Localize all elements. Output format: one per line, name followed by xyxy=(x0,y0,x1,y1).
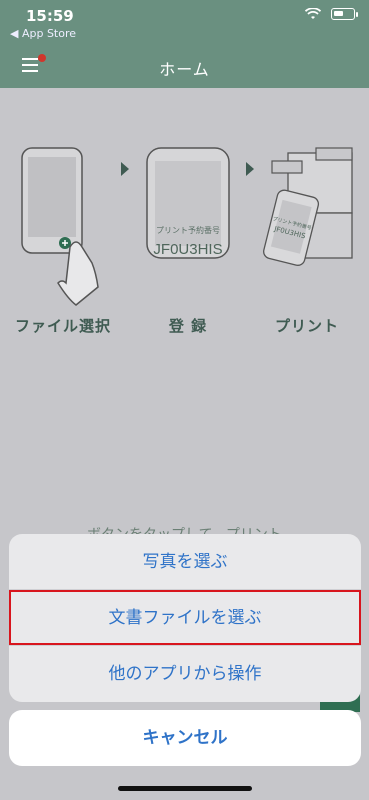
step-label-register: 登 録 xyxy=(168,317,208,335)
arrow-right-icon xyxy=(121,162,129,176)
status-bar: 15:59 ◀ App Store xyxy=(0,0,369,44)
reservation-code: JF0U3HIS xyxy=(153,241,223,258)
printer-illustration: プリント予約番号 JF0U3HIS xyxy=(263,147,353,266)
nav-bar: ホーム xyxy=(0,44,369,88)
phone-tap-illustration xyxy=(21,147,99,306)
cancel-button[interactable]: キャンセル xyxy=(9,710,361,766)
step-label-file-select: ファイル選択 xyxy=(14,317,111,335)
page-title: ホーム xyxy=(159,60,210,79)
choose-photo-button[interactable]: 写真を選ぶ xyxy=(9,534,361,590)
step-file-select: ファイル選択 xyxy=(8,143,118,335)
battery-icon xyxy=(331,8,358,20)
home-indicator xyxy=(118,786,252,791)
operate-from-other-app-button[interactable]: 他のアプリから操作 xyxy=(9,646,361,702)
status-time: 15:59 xyxy=(26,7,74,25)
code-caption: プリント予約番号 xyxy=(156,226,220,235)
wifi-icon xyxy=(305,8,321,19)
action-sheet: 写真を選ぶ 文書ファイルを選ぶ 他のアプリから操作 xyxy=(9,534,361,702)
step-label-print: プリント xyxy=(274,317,339,335)
back-to-app-store-link[interactable]: ◀ App Store xyxy=(10,27,76,40)
step-register: プリント予約番号 JF0U3HIS 登 録 xyxy=(133,143,243,335)
step-print: プリント予約番号 JF0U3HIS プリント xyxy=(252,143,362,335)
choose-document-file-button[interactable]: 文書ファイルを選ぶ xyxy=(9,590,361,646)
status-icons xyxy=(305,8,358,20)
